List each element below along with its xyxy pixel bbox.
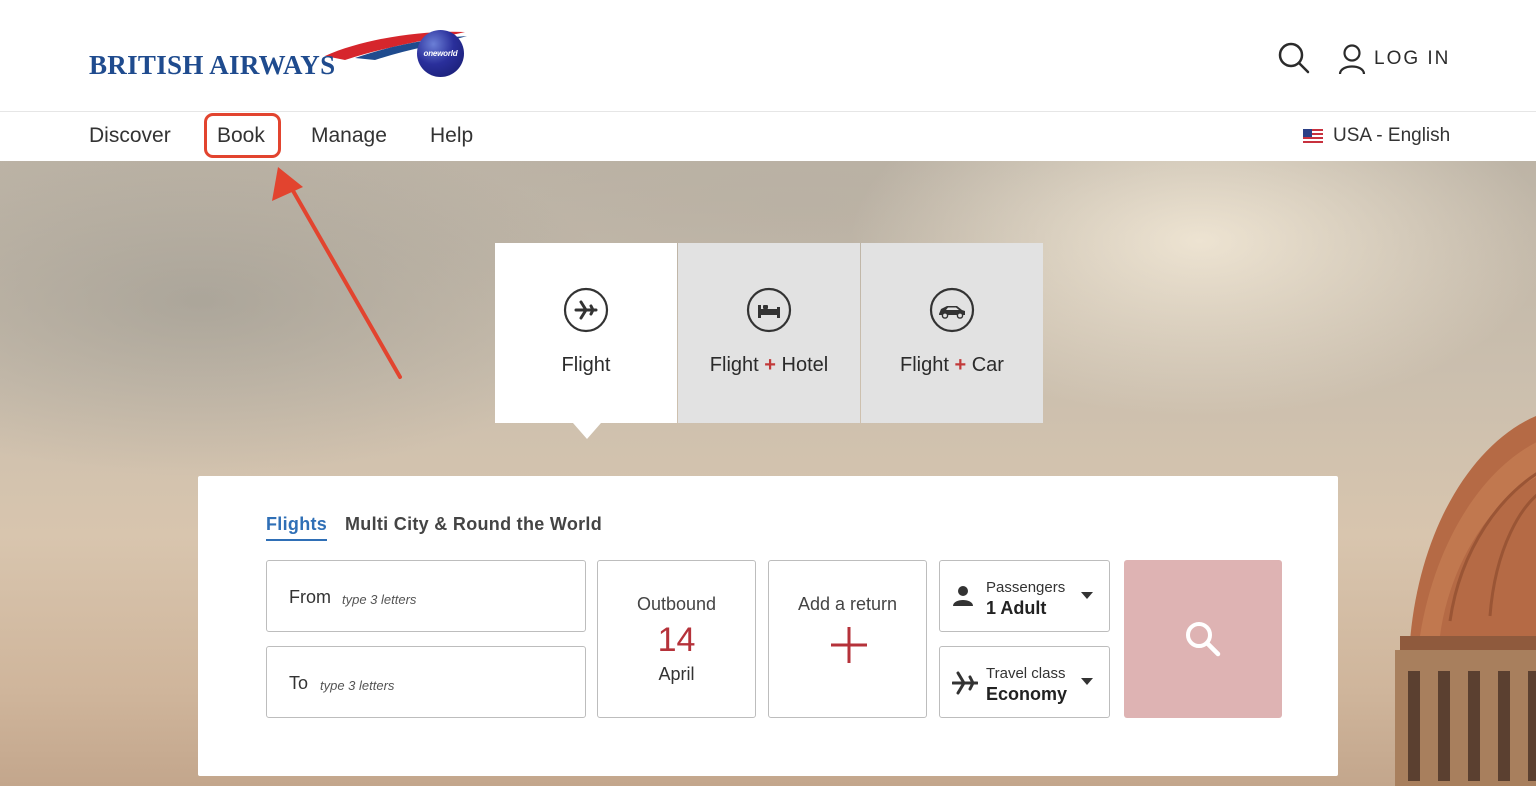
product-tabs: Flight Flight + Hotel Flight + Car — [495, 243, 1043, 439]
tab-label-part: Flight — [709, 354, 759, 376]
travel-class-value: Economy — [986, 684, 1068, 704]
to-label: To — [289, 673, 309, 693]
from-input[interactable]: From type 3 letters — [266, 560, 586, 632]
nav-item-help[interactable]: Help — [430, 124, 473, 148]
bed-icon — [746, 287, 792, 333]
passengers-label: Passengers — [986, 579, 1066, 596]
nav-item-manage[interactable]: Manage — [311, 124, 387, 148]
hero-background: Flight Flight + Hotel Flight + Car Fligh… — [0, 161, 1536, 786]
plane-icon — [563, 287, 609, 333]
car-icon — [929, 287, 975, 333]
login-label: LOG IN — [1374, 48, 1451, 69]
tab-flights[interactable]: Flights — [266, 514, 328, 541]
tab-label-part: Hotel — [781, 354, 829, 376]
flight-search-panel: Flights Multi City & Round the World Fro… — [198, 476, 1338, 776]
outbound-day: 14 — [657, 621, 696, 659]
nav-item-book[interactable]: Book — [217, 124, 265, 148]
tab-label-part: Flight — [900, 354, 949, 376]
from-label: From — [289, 587, 331, 607]
tab-flight[interactable]: Flight — [495, 243, 677, 439]
tab-flight-label: Flight — [561, 354, 611, 376]
to-placeholder: type 3 letters — [320, 678, 395, 693]
oneworld-badge[interactable]: oneworld — [417, 30, 464, 77]
dome-image — [1395, 416, 1536, 786]
locale-selector[interactable]: USA - English — [1303, 125, 1450, 147]
travel-class-label: Travel class — [986, 665, 1066, 682]
add-return-button[interactable]: Add a return — [768, 560, 927, 718]
site-header: BRITISH AIRWAYS oneworld LOG IN — [0, 0, 1536, 112]
search-button[interactable] — [1276, 40, 1312, 76]
british-airways-logo[interactable]: BRITISH AIRWAYS — [89, 30, 467, 80]
tab-label-part: Car — [971, 354, 1004, 376]
chevron-down-icon — [1081, 678, 1093, 685]
locale-label: USA - English — [1333, 125, 1451, 146]
brand-name: BRITISH AIRWAYS — [89, 50, 336, 80]
search-flights-button[interactable] — [1124, 560, 1282, 718]
plus-sign: + — [764, 354, 776, 376]
user-icon — [1338, 44, 1366, 75]
passengers-value: 1 Adult — [986, 598, 1047, 618]
main-nav: Discover Book Manage Help USA - English — [0, 113, 1536, 161]
search-icon — [1278, 42, 1310, 74]
outbound-date-picker[interactable]: Outbound 14 April — [597, 560, 756, 718]
to-input[interactable]: To type 3 letters — [266, 646, 586, 718]
login-button[interactable]: LOG IN — [1338, 42, 1450, 76]
search-icon — [1186, 622, 1221, 657]
from-placeholder: type 3 letters — [342, 592, 417, 607]
add-return-label: Add a return — [797, 594, 898, 614]
travel-class-select[interactable]: Travel class Economy — [939, 646, 1110, 718]
plus-sign: + — [954, 354, 967, 376]
chevron-down-icon — [1081, 592, 1093, 599]
tab-flight-hotel-label: Flight + Hotel — [710, 354, 828, 377]
plus-icon — [831, 627, 867, 663]
oneworld-label: oneworld — [423, 49, 458, 58]
tab-flight-car[interactable]: Flight + Car — [861, 243, 1043, 423]
tab-flight-car-label: Flight + Car — [900, 354, 1004, 377]
annotation-arrow — [272, 167, 402, 379]
nav-item-discover[interactable]: Discover — [89, 124, 171, 148]
tab-multi-city[interactable]: Multi City & Round the World — [345, 514, 602, 535]
outbound-label: Outbound — [636, 594, 717, 614]
plane-icon — [952, 671, 978, 695]
tab-pointer — [573, 423, 601, 439]
outbound-month: April — [658, 664, 695, 684]
person-icon — [953, 586, 973, 606]
us-flag-icon — [1303, 129, 1323, 143]
passengers-select[interactable]: Passengers 1 Adult — [939, 560, 1110, 632]
tab-flight-hotel[interactable]: Flight + Hotel — [678, 243, 860, 423]
